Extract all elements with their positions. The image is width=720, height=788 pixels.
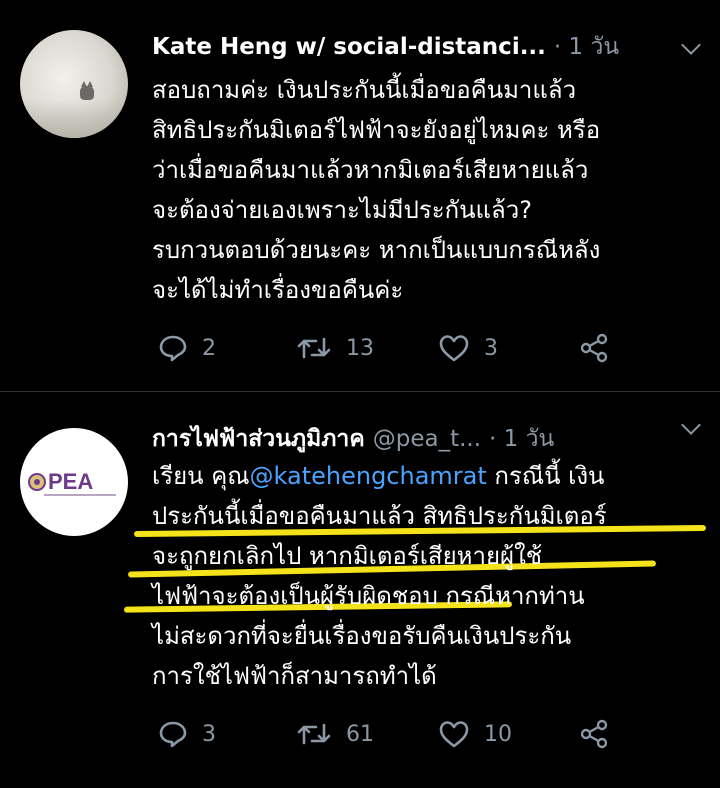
tweet-line: การใช้ไฟฟ้าก็สามารถทำได้ [152, 662, 437, 690]
reply-button[interactable]: 2 [158, 330, 216, 366]
display-name[interactable]: Kate Heng w/ social-distanci... [152, 34, 546, 60]
retweet-icon [297, 723, 331, 745]
tweet-header: Kate Heng w/ social-distanci... · 1 วัน [152, 30, 702, 64]
timestamp[interactable]: · 1 วัน [554, 29, 619, 65]
share-button[interactable] [578, 330, 610, 366]
user-handle[interactable]: @pea_t... [373, 426, 481, 452]
display-name[interactable]: การไฟฟ้าส่วนภูมิภาค [152, 421, 365, 457]
like-icon [439, 721, 469, 748]
logo-subline [44, 494, 116, 496]
text-suffix: กรณีนี้ เงิน [486, 462, 605, 490]
tweet-line: สอบถามค่ะ เงินประกันนี้เมื่อขอคืนมาแล้ว [152, 76, 577, 104]
mention-link[interactable]: @katehengchamrat [250, 462, 487, 490]
reply-icon [159, 721, 187, 748]
reply-button[interactable]: 3 [158, 716, 216, 752]
tweet-pea[interactable]: PEA การไฟฟ้าส่วนภูมิภาค @pea_t... · 1 วั… [0, 392, 720, 788]
tweet-line: ว่าเมื่อขอคืนมาแล้วหากมิเตอร์เสียหายแล้ว [152, 156, 589, 184]
share-icon [580, 719, 608, 749]
retweet-count: 61 [346, 721, 374, 747]
share-icon [580, 333, 608, 363]
logo-text: PEA [48, 469, 94, 494]
avatar[interactable] [20, 30, 128, 138]
tweet-kate-heng[interactable]: Kate Heng w/ social-distanci... · 1 วัน … [0, 0, 720, 392]
share-button[interactable] [578, 716, 610, 752]
tweet-line: ประกันนี้เมื่อขอคืนมาแล้ว สิทธิประกันมิเ… [152, 502, 607, 530]
retweet-count: 13 [346, 335, 374, 361]
avatar-shade [20, 100, 128, 138]
tweet-text: เรียน คุณ@katehengchamrat กรณีนี้ เงิน ป… [152, 456, 712, 696]
tweet-line: ไม่สะดวกที่จะยื่นเรื่องขอรับคืนเงินประกั… [152, 622, 572, 650]
cat-figure [80, 81, 94, 100]
tweet-line: จะได้ไม่ทำเรื่องขอคืนค่ะ [152, 276, 404, 304]
tweet-line: ไฟฟ้าจะต้องเป็นผู้รับผิดชอบ กรณีหากท่าน [152, 582, 585, 610]
timestamp[interactable]: · 1 วัน [489, 421, 554, 457]
reply-count: 3 [202, 721, 216, 747]
reply-icon [159, 335, 187, 362]
pea-logo: PEA [28, 469, 120, 494]
tweet-header: การไฟฟ้าส่วนภูมิภาค @pea_t... · 1 วัน [152, 422, 702, 456]
retweet-button[interactable]: 13 [296, 330, 374, 366]
retweet-button[interactable]: 61 [296, 716, 374, 752]
tweet-line: จะถูกยกเลิกไป หากมิเตอร์เสียหายผู้ใช้ [152, 542, 543, 570]
text-prefix: เรียน คุณ [152, 462, 250, 490]
like-count: 3 [484, 335, 498, 361]
like-icon [439, 335, 469, 362]
reply-count: 2 [202, 335, 216, 361]
tweet-actions: 2 13 3 [158, 330, 628, 366]
like-button[interactable]: 10 [438, 716, 512, 752]
like-count: 10 [484, 721, 512, 747]
retweet-icon [297, 337, 331, 359]
tweet-line: รบกวนตอบด้วยนะคะ หากเป็นแบบกรณีหลัง [152, 236, 601, 264]
tweet-actions: 3 61 10 [158, 716, 628, 752]
tweet-line: สิทธิประกันมิเตอร์ไฟฟ้าจะยังอยู่ไหมคะ หร… [152, 116, 601, 144]
avatar[interactable]: PEA [20, 428, 128, 536]
tweet-text: สอบถามค่ะ เงินประกันนี้เมื่อขอคืนมาแล้ว … [152, 70, 712, 310]
tweet-line: เรียน คุณ@katehengchamrat กรณีนี้ เงิน [152, 456, 712, 496]
pea-emblem-icon [28, 473, 46, 491]
tweet-line: จะต้องจ่ายเองเพราะไม่มีประกันแล้ว? [152, 196, 532, 224]
like-button[interactable]: 3 [438, 330, 498, 366]
